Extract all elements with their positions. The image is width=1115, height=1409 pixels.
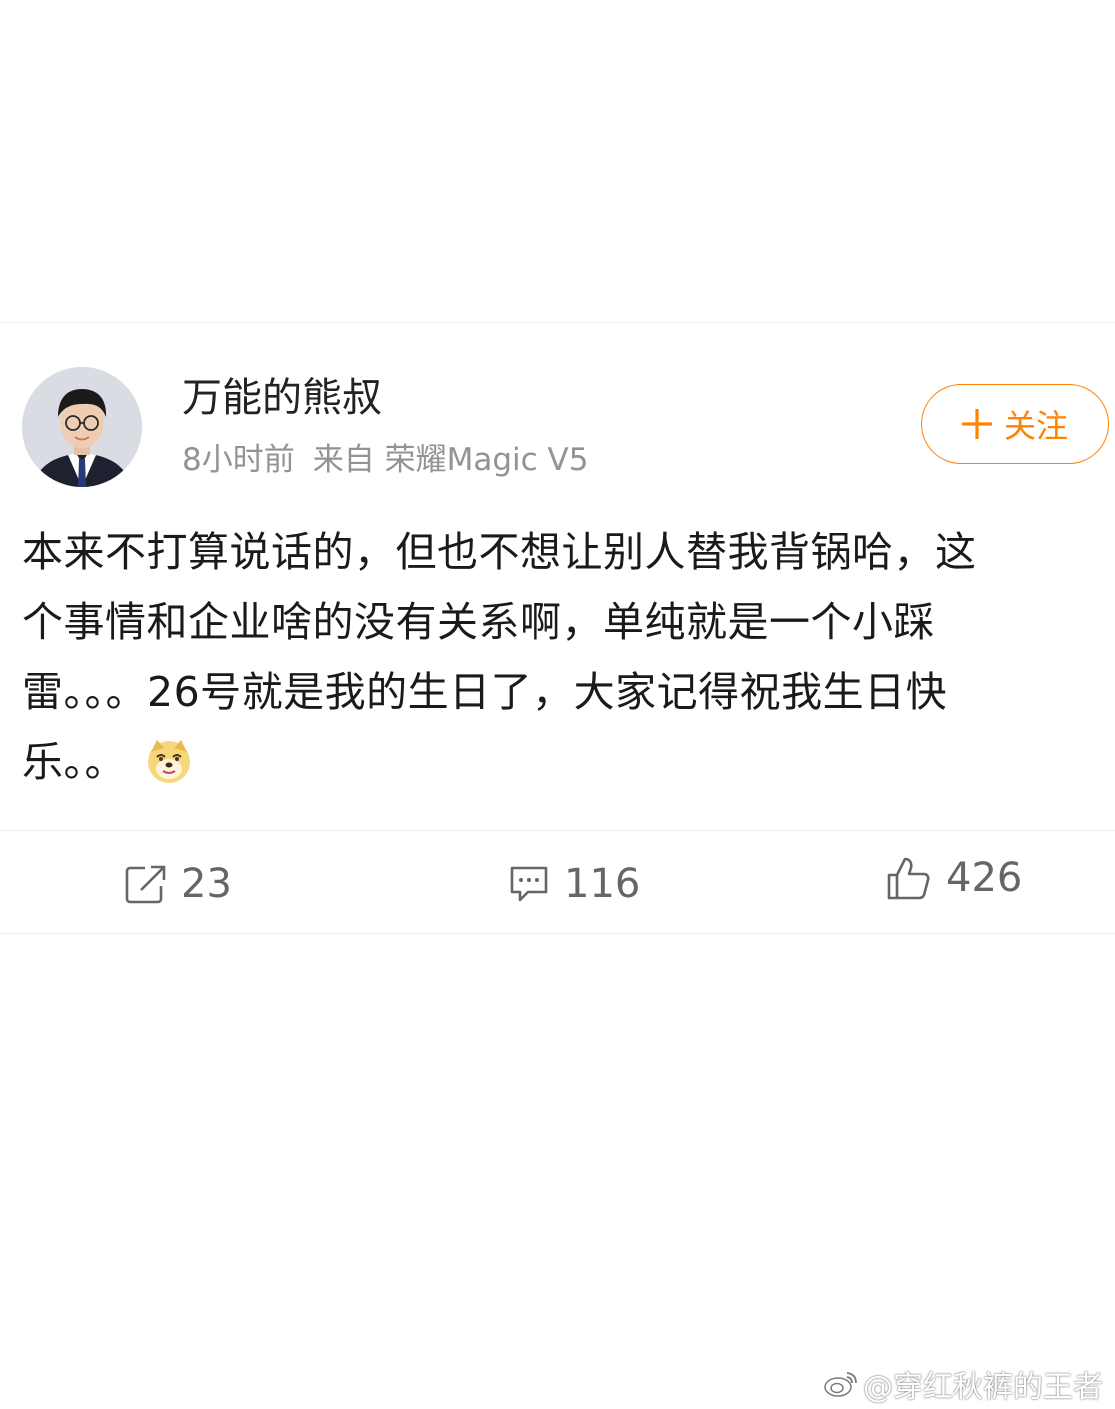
repost-button[interactable]: 23 <box>125 852 232 916</box>
post-text-line: 雷。。。26号就是我的生日了，大家记得祝我生日快 <box>22 668 948 716</box>
post-source: 来自 荣耀Magic V5 <box>312 442 589 478</box>
share-icon <box>125 865 166 904</box>
post-time: 8小时前 <box>182 442 295 478</box>
like-button[interactable]: 426 <box>886 846 1022 910</box>
post-meta: 8小时前 来自 荣耀Magic V5 <box>182 440 588 480</box>
comment-button[interactable]: 116 <box>508 852 640 916</box>
comment-count: 116 <box>564 861 641 907</box>
post-text-line: 本来不打算说话的，但也不想让别人替我背锅哈，这 <box>22 528 977 576</box>
follow-label: 关注 <box>1003 407 1068 445</box>
plus-icon <box>961 409 992 439</box>
divider <box>0 830 1115 831</box>
watermark: @穿红秋裤的王者 <box>823 1362 1103 1406</box>
post-text-line: 个事情和企业啥的没有关系啊，单纯就是一个小踩 <box>22 598 935 646</box>
post-text-line-end: 乐。。 <box>22 738 126 786</box>
repost-count: 23 <box>181 861 232 907</box>
doge-emoji-icon <box>148 740 190 783</box>
top-divider <box>0 322 1115 323</box>
divider <box>0 933 1115 934</box>
watermark-text: @穿红秋裤的王者 <box>863 1370 1103 1405</box>
thumbs-up-icon <box>887 857 930 900</box>
author-name[interactable]: 万能的熊叔 <box>182 374 382 422</box>
avatar[interactable] <box>22 367 142 487</box>
weibo-logo-icon <box>824 1372 857 1397</box>
weibo-post-card: 万能的熊叔 8小时前 来自 荣耀Magic V5 关注 本来不打算说话的，但也不想… <box>0 322 1115 934</box>
follow-button[interactable]: 关注 <box>921 384 1109 464</box>
like-count: 426 <box>946 855 1023 901</box>
comment-icon <box>510 866 548 902</box>
post-text: 本来不打算说话的，但也不想让别人替我背锅哈，这 个事情和企业啥的没有关系啊，单纯… <box>22 517 1097 797</box>
post-text-line-last: 乐。。 <box>22 727 1097 797</box>
